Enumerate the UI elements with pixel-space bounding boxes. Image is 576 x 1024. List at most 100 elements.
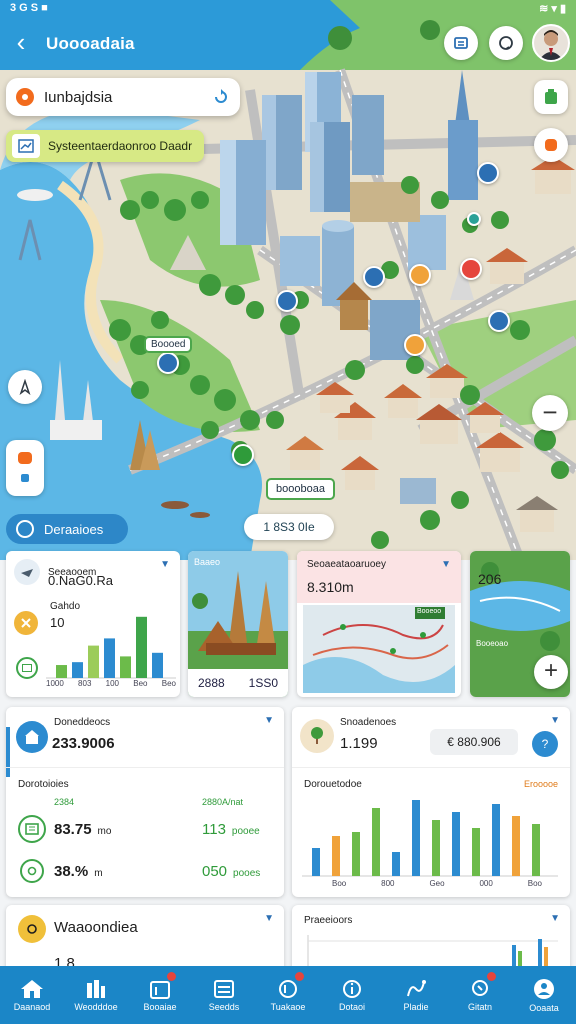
budget-sub: Dorotoioies <box>18 779 69 790</box>
location-search-card[interactable]: Iunbajdsia <box>6 78 240 116</box>
overview-title: Snoadenoes <box>340 717 397 728</box>
tick-label: Boo <box>527 879 542 888</box>
row2-right-unit: pooes <box>233 868 261 879</box>
chart-bar <box>88 645 99 678</box>
row1-right-unit: pooee <box>231 826 260 837</box>
stats-card[interactable]: ▼ Seeaooem 0.NaG0.Ra Gahdo 10 1000 803 1… <box>6 551 180 697</box>
layers-button[interactable] <box>534 80 568 114</box>
budget-row2: 38.% m <box>54 863 103 880</box>
back-button[interactable]: ‹ <box>8 28 34 58</box>
budget-card[interactable]: ▼ Doneddeocs 233.9006 Dorotoioies 2384 2… <box>6 707 284 897</box>
destinations-label: Deraaioes <box>44 521 104 537</box>
routes-title: Seoaeataoaruoey <box>307 559 386 570</box>
overview-bar-chart <box>302 800 558 877</box>
zoom-out-button[interactable]: − <box>532 395 568 431</box>
chart-bar <box>472 828 480 876</box>
preferences-mini-chart <box>307 935 558 971</box>
chevron-down-icon[interactable]: ▼ <box>160 559 170 570</box>
chevron-down-icon[interactable]: ▼ <box>441 559 451 570</box>
routes-card[interactable]: ▼ Seoaeataoaruoey 8.310m Booeoo <box>297 551 461 697</box>
map-pin-blue[interactable] <box>488 310 510 332</box>
map-label-city[interactable]: Boooed <box>144 336 193 353</box>
chevron-down-icon[interactable]: ▼ <box>550 715 560 726</box>
nav-label: Seedds <box>208 1001 240 1012</box>
compass-icon <box>19 379 31 395</box>
refresh-icon[interactable] <box>212 88 230 106</box>
map-pin-red[interactable] <box>460 258 482 280</box>
chat-icon <box>499 36 513 50</box>
list-icon <box>214 979 234 998</box>
overview-chip[interactable]: € 880.906 <box>430 729 518 755</box>
nav-label: Gitatn <box>467 1001 492 1012</box>
calendar-icon <box>150 980 170 999</box>
budget-row1-right: 113 pooee <box>202 821 260 838</box>
nav-label: Booaiae <box>143 1001 177 1012</box>
tick-label: 1000 <box>46 679 64 688</box>
map-pin-blue[interactable] <box>276 290 298 312</box>
photo1-right: 1SS0 <box>248 676 278 690</box>
system-status-chip[interactable]: Systeentaerdaonroo Daadr <box>6 130 204 162</box>
divider <box>6 767 284 768</box>
layers-icon <box>545 89 557 104</box>
poi-icon <box>545 139 557 151</box>
chart-bar <box>332 836 340 876</box>
map-pin-orange[interactable] <box>409 264 431 286</box>
stats-bar-chart <box>46 616 176 679</box>
location-icon <box>16 88 34 106</box>
nav-item-home[interactable]: Daanaod <box>0 966 64 1024</box>
nav-item-calendar[interactable]: Booaiae <box>128 966 192 1024</box>
chart-bar <box>452 812 460 876</box>
app-root: Boooed boooboaa 3 G S ■ ≋ ▾ ▮ ‹ Uoooadai… <box>0 0 576 1024</box>
info-icon <box>343 979 361 998</box>
map-pin-teal[interactable] <box>467 212 481 226</box>
map-pin-green[interactable] <box>232 444 254 466</box>
tick-label: Beo <box>133 679 148 688</box>
user-icon <box>534 978 554 999</box>
tick-label: 800 <box>381 879 395 888</box>
help-icon[interactable]: ? <box>532 731 558 757</box>
chevron-down-icon[interactable]: ▼ <box>550 913 560 924</box>
nav-item-info[interactable]: Dotaoi <box>320 966 384 1024</box>
destination-card[interactable]: ▼ Waaoondiea 1.8 <box>6 905 284 975</box>
nav-item-route[interactable]: Pladie <box>384 966 448 1024</box>
chat-button[interactable] <box>489 26 523 60</box>
list-view-button[interactable] <box>444 26 478 60</box>
location-pill[interactable]: 1 8S3 0Ie <box>244 514 334 540</box>
compass-button[interactable] <box>8 370 42 404</box>
overview-card[interactable]: ▼ Snoadenoes 1.199 € 880.906 ? Dorouetod… <box>292 707 570 897</box>
map-pin-blue[interactable] <box>477 162 499 184</box>
preferences-title: Praeeioors <box>304 915 353 926</box>
filter-icon <box>18 452 32 482</box>
status-left: 3 G S ■ <box>10 2 48 14</box>
temple-icon <box>16 721 48 753</box>
route-icon <box>407 979 426 996</box>
nav-item-pin[interactable]: Gitatn <box>448 966 512 1024</box>
map-label-bottom[interactable]: boooboaa <box>266 478 335 500</box>
map-pin-blue[interactable] <box>363 266 385 288</box>
tick-label: Boo <box>332 879 347 888</box>
nav-item-list[interactable]: Seedds <box>192 966 256 1024</box>
chart-bar <box>104 638 115 678</box>
nav-item-city[interactable]: Weodddoe <box>64 966 128 1024</box>
destinations-button[interactable]: Deraaioes <box>6 514 128 544</box>
photo-card-temple[interactable]: Baaeo 2888 1SS0 <box>188 551 288 697</box>
chevron-down-icon[interactable]: ▼ <box>264 715 274 726</box>
map-pin-orange[interactable] <box>404 334 426 356</box>
nav-item-user[interactable]: Ooaata <box>512 966 576 1024</box>
chevron-down-icon[interactable]: ▼ <box>264 913 274 924</box>
ticket-icon <box>18 815 46 843</box>
chart-bar <box>412 800 420 876</box>
poi-button[interactable] <box>534 128 568 162</box>
add-button[interactable]: + <box>534 655 568 689</box>
chart-bar <box>120 656 131 678</box>
chart-bar <box>492 804 500 876</box>
row1-right-value: 113 <box>202 821 226 838</box>
nav-item-globe[interactable]: Tuakaoe <box>256 966 320 1024</box>
budget-title: Doneddeocs <box>54 717 111 728</box>
user-avatar[interactable] <box>532 24 570 62</box>
status-right: ≋ ▾ ▮ <box>539 2 566 15</box>
map-pin-blue[interactable] <box>157 352 179 374</box>
preferences-card[interactable]: ▼ Praeeioors <box>292 905 570 975</box>
destination-title: Waaoondiea <box>54 919 138 936</box>
filter-button[interactable] <box>6 440 44 496</box>
